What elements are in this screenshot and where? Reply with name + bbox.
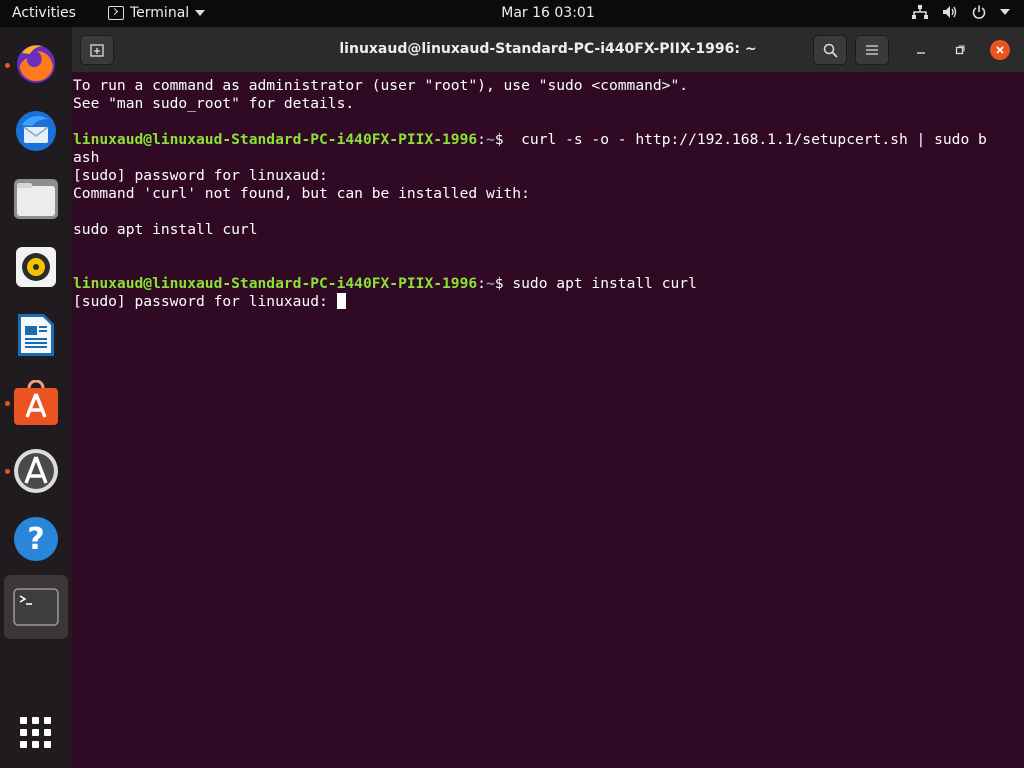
terminal-input-line[interactable]: [sudo] password for linuxaud:	[73, 293, 1024, 311]
volume-icon	[942, 5, 958, 19]
thunderbird-icon	[16, 111, 56, 151]
prompt-user: linuxaud@linuxaud-Standard-PC-i440FX-PII…	[73, 131, 478, 148]
network-icon	[912, 5, 928, 19]
maximize-button[interactable]	[950, 40, 970, 60]
power-icon	[972, 5, 986, 19]
dock-thunderbird[interactable]	[8, 103, 64, 159]
help-icon: ?	[14, 517, 58, 561]
terminal-line: To run a command as administrator (user …	[73, 77, 689, 94]
terminal-line: See "man sudo_root" for details.	[73, 95, 355, 112]
show-applications-button[interactable]	[8, 705, 64, 761]
scrollbar[interactable]	[1020, 74, 1024, 768]
prompt-symbol: $	[494, 131, 504, 148]
top-bar: Activities Terminal Mar 16 03:01	[0, 0, 1024, 27]
minimize-icon	[917, 52, 925, 54]
terminal-line: [sudo] password for linuxaud:	[73, 167, 328, 184]
restore-icon	[955, 45, 965, 55]
prompt-user: linuxaud@linuxaud-Standard-PC-i440FX-PII…	[73, 275, 478, 292]
terminal-prompt-line: linuxaud@linuxaud-Standard-PC-i440FX-PII…	[73, 131, 1024, 149]
dock: ?	[0, 27, 72, 768]
dock-libreoffice-writer[interactable]	[8, 307, 64, 363]
menu-button[interactable]	[855, 35, 889, 65]
hamburger-menu-icon	[866, 45, 878, 55]
search-icon	[823, 43, 838, 58]
terminal-icon	[13, 588, 59, 626]
close-button[interactable]	[990, 40, 1010, 60]
search-button[interactable]	[813, 35, 847, 65]
command-text: sudo apt install curl	[503, 275, 697, 292]
firefox-icon	[17, 45, 55, 83]
dock-help[interactable]: ?	[8, 511, 64, 567]
files-icon	[14, 179, 58, 219]
dock-software-updater[interactable]	[8, 443, 64, 499]
close-icon	[996, 46, 1004, 54]
terminal-line: Command 'curl' not found, but can be ins…	[73, 185, 530, 202]
dock-ubuntu-software[interactable]	[8, 375, 64, 431]
terminal-line: sudo apt install curl	[73, 221, 258, 238]
chevron-down-icon	[1000, 9, 1010, 15]
clock[interactable]: Mar 16 03:01	[0, 5, 1024, 21]
prompt-symbol: $	[494, 275, 504, 292]
svg-text:?: ?	[27, 522, 44, 557]
terminal-prompt-line: linuxaud@linuxaud-Standard-PC-i440FX-PII…	[73, 275, 1024, 293]
text-cursor	[336, 293, 346, 309]
terminal-output[interactable]: To run a command as administrator (user …	[72, 74, 1024, 768]
software-updater-icon	[14, 449, 58, 493]
prompt-path: ~	[485, 131, 495, 148]
dock-firefox[interactable]	[8, 35, 64, 91]
grid-icon	[20, 717, 51, 748]
terminal-line: ash	[73, 149, 100, 166]
prompt-separator: :	[477, 275, 486, 292]
minimize-button[interactable]	[911, 40, 931, 60]
prompt-separator: :	[477, 131, 486, 148]
dock-rhythmbox[interactable]	[8, 239, 64, 295]
command-text: curl -s -o - http://192.168.1.1/setupcer…	[503, 131, 987, 148]
ubuntu-software-icon	[14, 380, 58, 425]
password-prompt: [sudo] password for linuxaud:	[73, 293, 337, 310]
dock-terminal[interactable]	[4, 575, 68, 639]
header-bar[interactable]: linuxaud@linuxaud-Standard-PC-i440FX-PII…	[72, 27, 1024, 73]
writer-icon	[18, 314, 54, 356]
terminal-window: linuxaud@linuxaud-Standard-PC-i440FX-PII…	[72, 27, 1024, 768]
system-tray[interactable]	[912, 5, 1010, 19]
prompt-path: ~	[485, 275, 495, 292]
dock-files[interactable]	[8, 171, 64, 227]
rhythmbox-icon	[16, 247, 56, 287]
